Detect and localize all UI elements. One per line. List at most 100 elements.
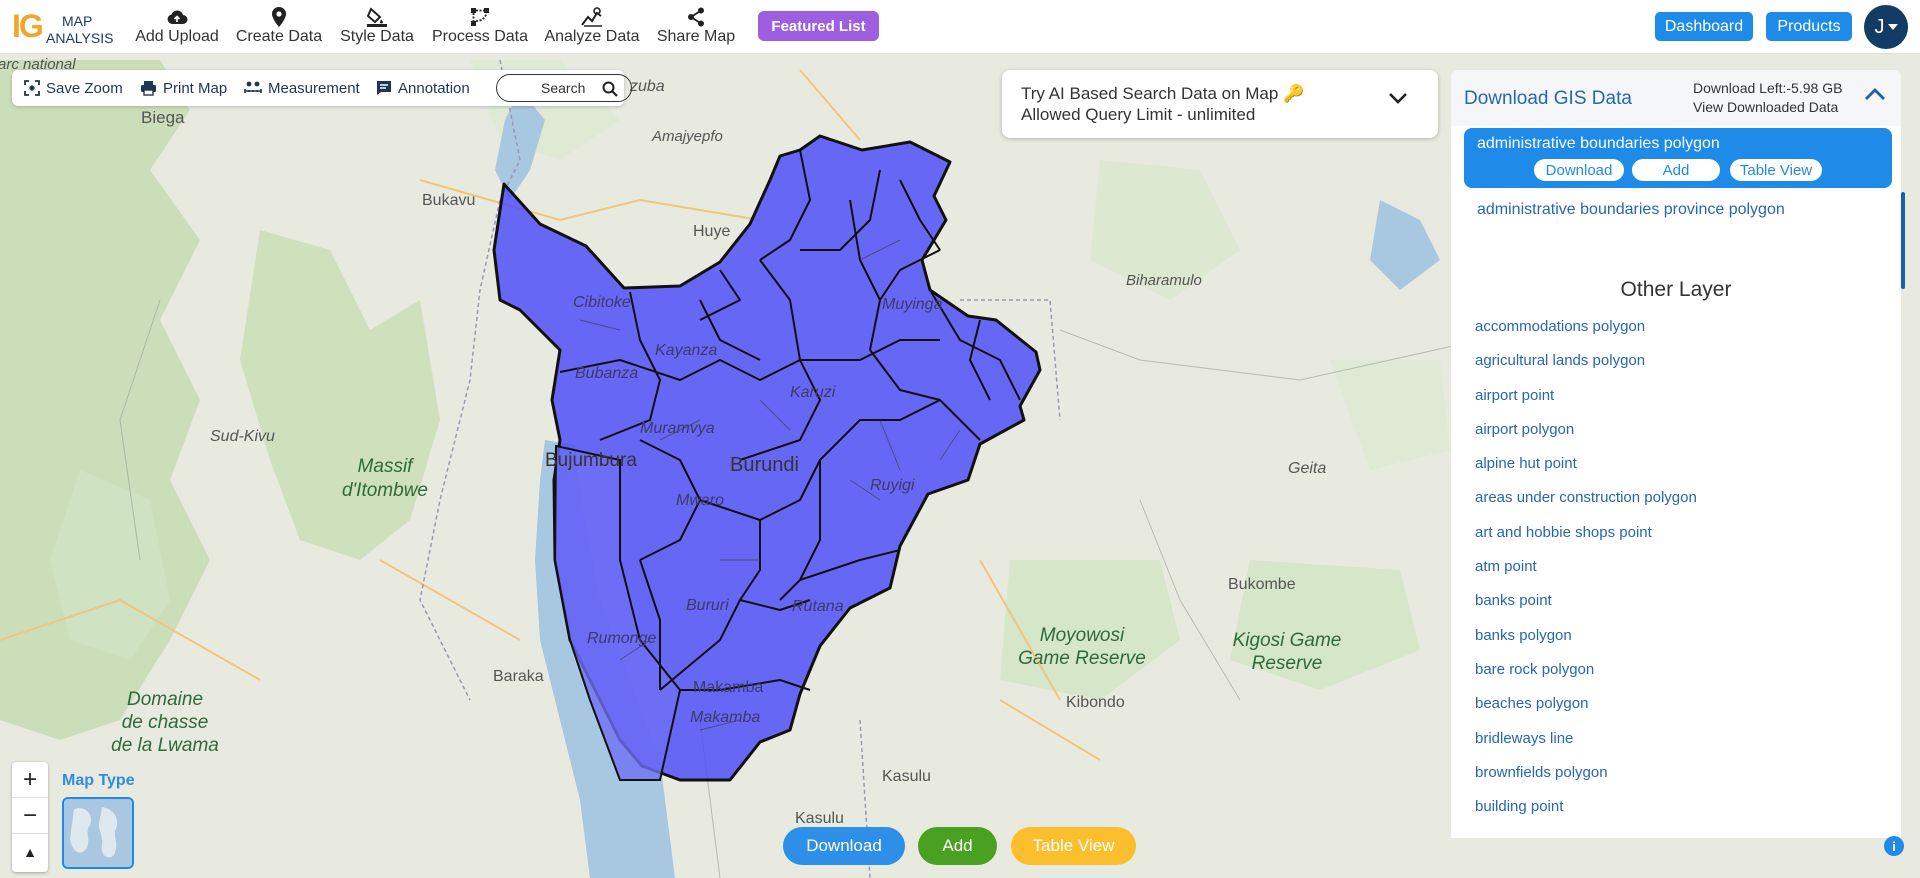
- map-toolbar: Save Zoom Print Map Measurement Annotati…: [12, 70, 632, 106]
- ai-query-limit: Allowed Query Limit - unlimited: [1021, 105, 1256, 124]
- download-gis-panel: Download GIS Data Download Left:-5.98 GB…: [1451, 70, 1901, 838]
- map-label: Baraka: [493, 668, 544, 685]
- province-label: Bururi: [686, 597, 729, 614]
- nav-label: Create Data: [235, 28, 323, 45]
- map-label: Bukombe: [1228, 576, 1296, 593]
- print-map-label: Print Map: [163, 79, 228, 97]
- map-label: de la Lwama: [111, 735, 219, 756]
- compass-icon: ▲: [23, 844, 37, 860]
- top-navbar: IG MAP ANALYSIS Add Upload Create Data S…: [0, 0, 1920, 54]
- map-type-selector[interactable]: [62, 797, 134, 869]
- map-pin-icon: [272, 6, 286, 28]
- nav-style-data[interactable]: Style Data: [338, 6, 416, 50]
- map-label: Massif: [357, 456, 413, 477]
- annotation-button[interactable]: Annotation: [376, 70, 470, 106]
- user-avatar-menu[interactable]: J: [1864, 5, 1908, 49]
- province-label: Muramvya: [640, 420, 715, 437]
- table-view-button[interactable]: Table View: [1011, 827, 1136, 865]
- map-label: d'Itombwe: [341, 480, 428, 501]
- province-label: Rutana: [792, 598, 844, 615]
- map-label: Kasulu: [882, 768, 931, 785]
- other-layer-item[interactable]: areas under construction polygon: [1475, 486, 1697, 520]
- cloud-upload-icon: [166, 6, 188, 28]
- avatar-initial: J: [1874, 15, 1885, 38]
- measurement-label: Measurement: [268, 79, 360, 97]
- other-layer-item[interactable]: building point: [1475, 795, 1697, 829]
- other-layer-item[interactable]: atm point: [1475, 555, 1697, 589]
- annotation-icon: [377, 81, 391, 95]
- province-label: Ruyigi: [870, 477, 915, 494]
- other-layer-item[interactable]: beaches polygon: [1475, 692, 1697, 726]
- other-layer-item[interactable]: brownfields polygon: [1475, 761, 1697, 795]
- map-label: Biharamulo: [1126, 272, 1202, 289]
- map-label: zuba: [630, 78, 665, 95]
- layer-add-button[interactable]: Add: [1632, 159, 1720, 181]
- other-layers-title: Other Layer: [1620, 278, 1732, 301]
- logo-mark: IG: [12, 8, 44, 45]
- map-label: Kibondo: [1066, 694, 1125, 711]
- nav-create-data[interactable]: Create Data: [234, 6, 324, 50]
- other-layer-item[interactable]: art and hobbie shops point: [1475, 521, 1697, 555]
- province-label: Bujumbura: [545, 450, 637, 471]
- save-zoom-label: Save Zoom: [46, 79, 123, 97]
- save-zoom-icon: [24, 80, 40, 96]
- measurement-icon: [244, 81, 262, 93]
- nav-share-map[interactable]: Share Map: [656, 6, 736, 50]
- share-icon: [687, 6, 705, 28]
- globe-thumbnail-icon: [64, 799, 132, 867]
- other-layer-item[interactable]: alpine hut point: [1475, 452, 1697, 486]
- layer-list-item[interactable]: administrative boundaries province polyg…: [1477, 201, 1785, 219]
- other-layer-item[interactable]: banks point: [1475, 589, 1697, 623]
- nav-process-data[interactable]: Process Data: [430, 6, 530, 50]
- measurement-button[interactable]: Measurement: [244, 70, 360, 106]
- ai-search-panel[interactable]: Try AI Based Search Data on Map 🔑 Allowe…: [1002, 70, 1438, 138]
- compass-reset-button[interactable]: ▲: [12, 834, 48, 870]
- logo-letters: IG: [12, 8, 44, 44]
- nav-label: Add Upload: [135, 28, 219, 45]
- map-search-input[interactable]: Search: [496, 74, 632, 102]
- map-label: Geita: [1288, 460, 1327, 477]
- map-label: Bukavu: [422, 192, 476, 209]
- map-label: Sud-Kivu: [210, 428, 275, 445]
- other-layer-item[interactable]: bridleways line: [1475, 727, 1697, 761]
- download-button[interactable]: Download: [783, 827, 905, 865]
- zoom-in-button[interactable]: +: [12, 762, 48, 798]
- dashboard-button[interactable]: Dashboard: [1655, 12, 1753, 41]
- other-layer-item[interactable]: airport polygon: [1475, 418, 1697, 452]
- selected-layer-name: administrative boundaries polygon: [1477, 135, 1720, 152]
- featured-list-button[interactable]: Featured List: [758, 11, 879, 41]
- zoom-out-button[interactable]: −: [12, 798, 48, 834]
- add-button[interactable]: Add: [918, 827, 997, 865]
- view-downloaded-link[interactable]: View Downloaded Data: [1693, 99, 1838, 115]
- province-label: Muyinga: [882, 296, 943, 313]
- search-icon: [602, 81, 618, 97]
- app-logo[interactable]: IG MAP ANALYSIS: [12, 6, 122, 48]
- analyze-chart-icon: [581, 6, 603, 28]
- annotation-label: Annotation: [398, 79, 470, 97]
- province-label: Makamba: [690, 709, 761, 726]
- chevron-down-icon[interactable]: [1388, 92, 1408, 104]
- layer-download-button[interactable]: Download: [1534, 159, 1624, 181]
- other-layer-item[interactable]: agricultural lands polygon: [1475, 349, 1697, 383]
- caret-down-icon: [1887, 24, 1898, 30]
- print-map-button[interactable]: Print Map: [140, 70, 227, 106]
- logo-text-analysis: ANALYSIS: [46, 30, 114, 46]
- layer-table-view-button[interactable]: Table View: [1730, 159, 1822, 181]
- panel-scrollbar[interactable]: [1901, 192, 1905, 289]
- province-label: Cibitoke: [573, 294, 631, 311]
- process-nodes-icon: [470, 6, 490, 28]
- other-layer-item[interactable]: accommodations polygon: [1475, 315, 1697, 349]
- other-layers-list: accommodations polygon agricultural land…: [1475, 315, 1697, 829]
- info-icon[interactable]: i: [1884, 836, 1904, 856]
- other-layer-item[interactable]: bare rock polygon: [1475, 658, 1697, 692]
- chevron-up-icon[interactable]: [1864, 87, 1886, 101]
- other-layer-item[interactable]: airport point: [1475, 384, 1697, 418]
- nav-add-upload[interactable]: Add Upload: [133, 6, 221, 50]
- nav-analyze-data[interactable]: Analyze Data: [544, 6, 640, 50]
- ai-search-title: Try AI Based Search Data on Map 🔑: [1021, 84, 1305, 103]
- selected-layer-item[interactable]: administrative boundaries polygon Downlo…: [1464, 128, 1892, 188]
- save-zoom-button[interactable]: Save Zoom: [24, 70, 123, 106]
- other-layer-item[interactable]: banks polygon: [1475, 624, 1697, 658]
- products-button[interactable]: Products: [1766, 12, 1852, 41]
- map-label: Domaine: [126, 689, 204, 710]
